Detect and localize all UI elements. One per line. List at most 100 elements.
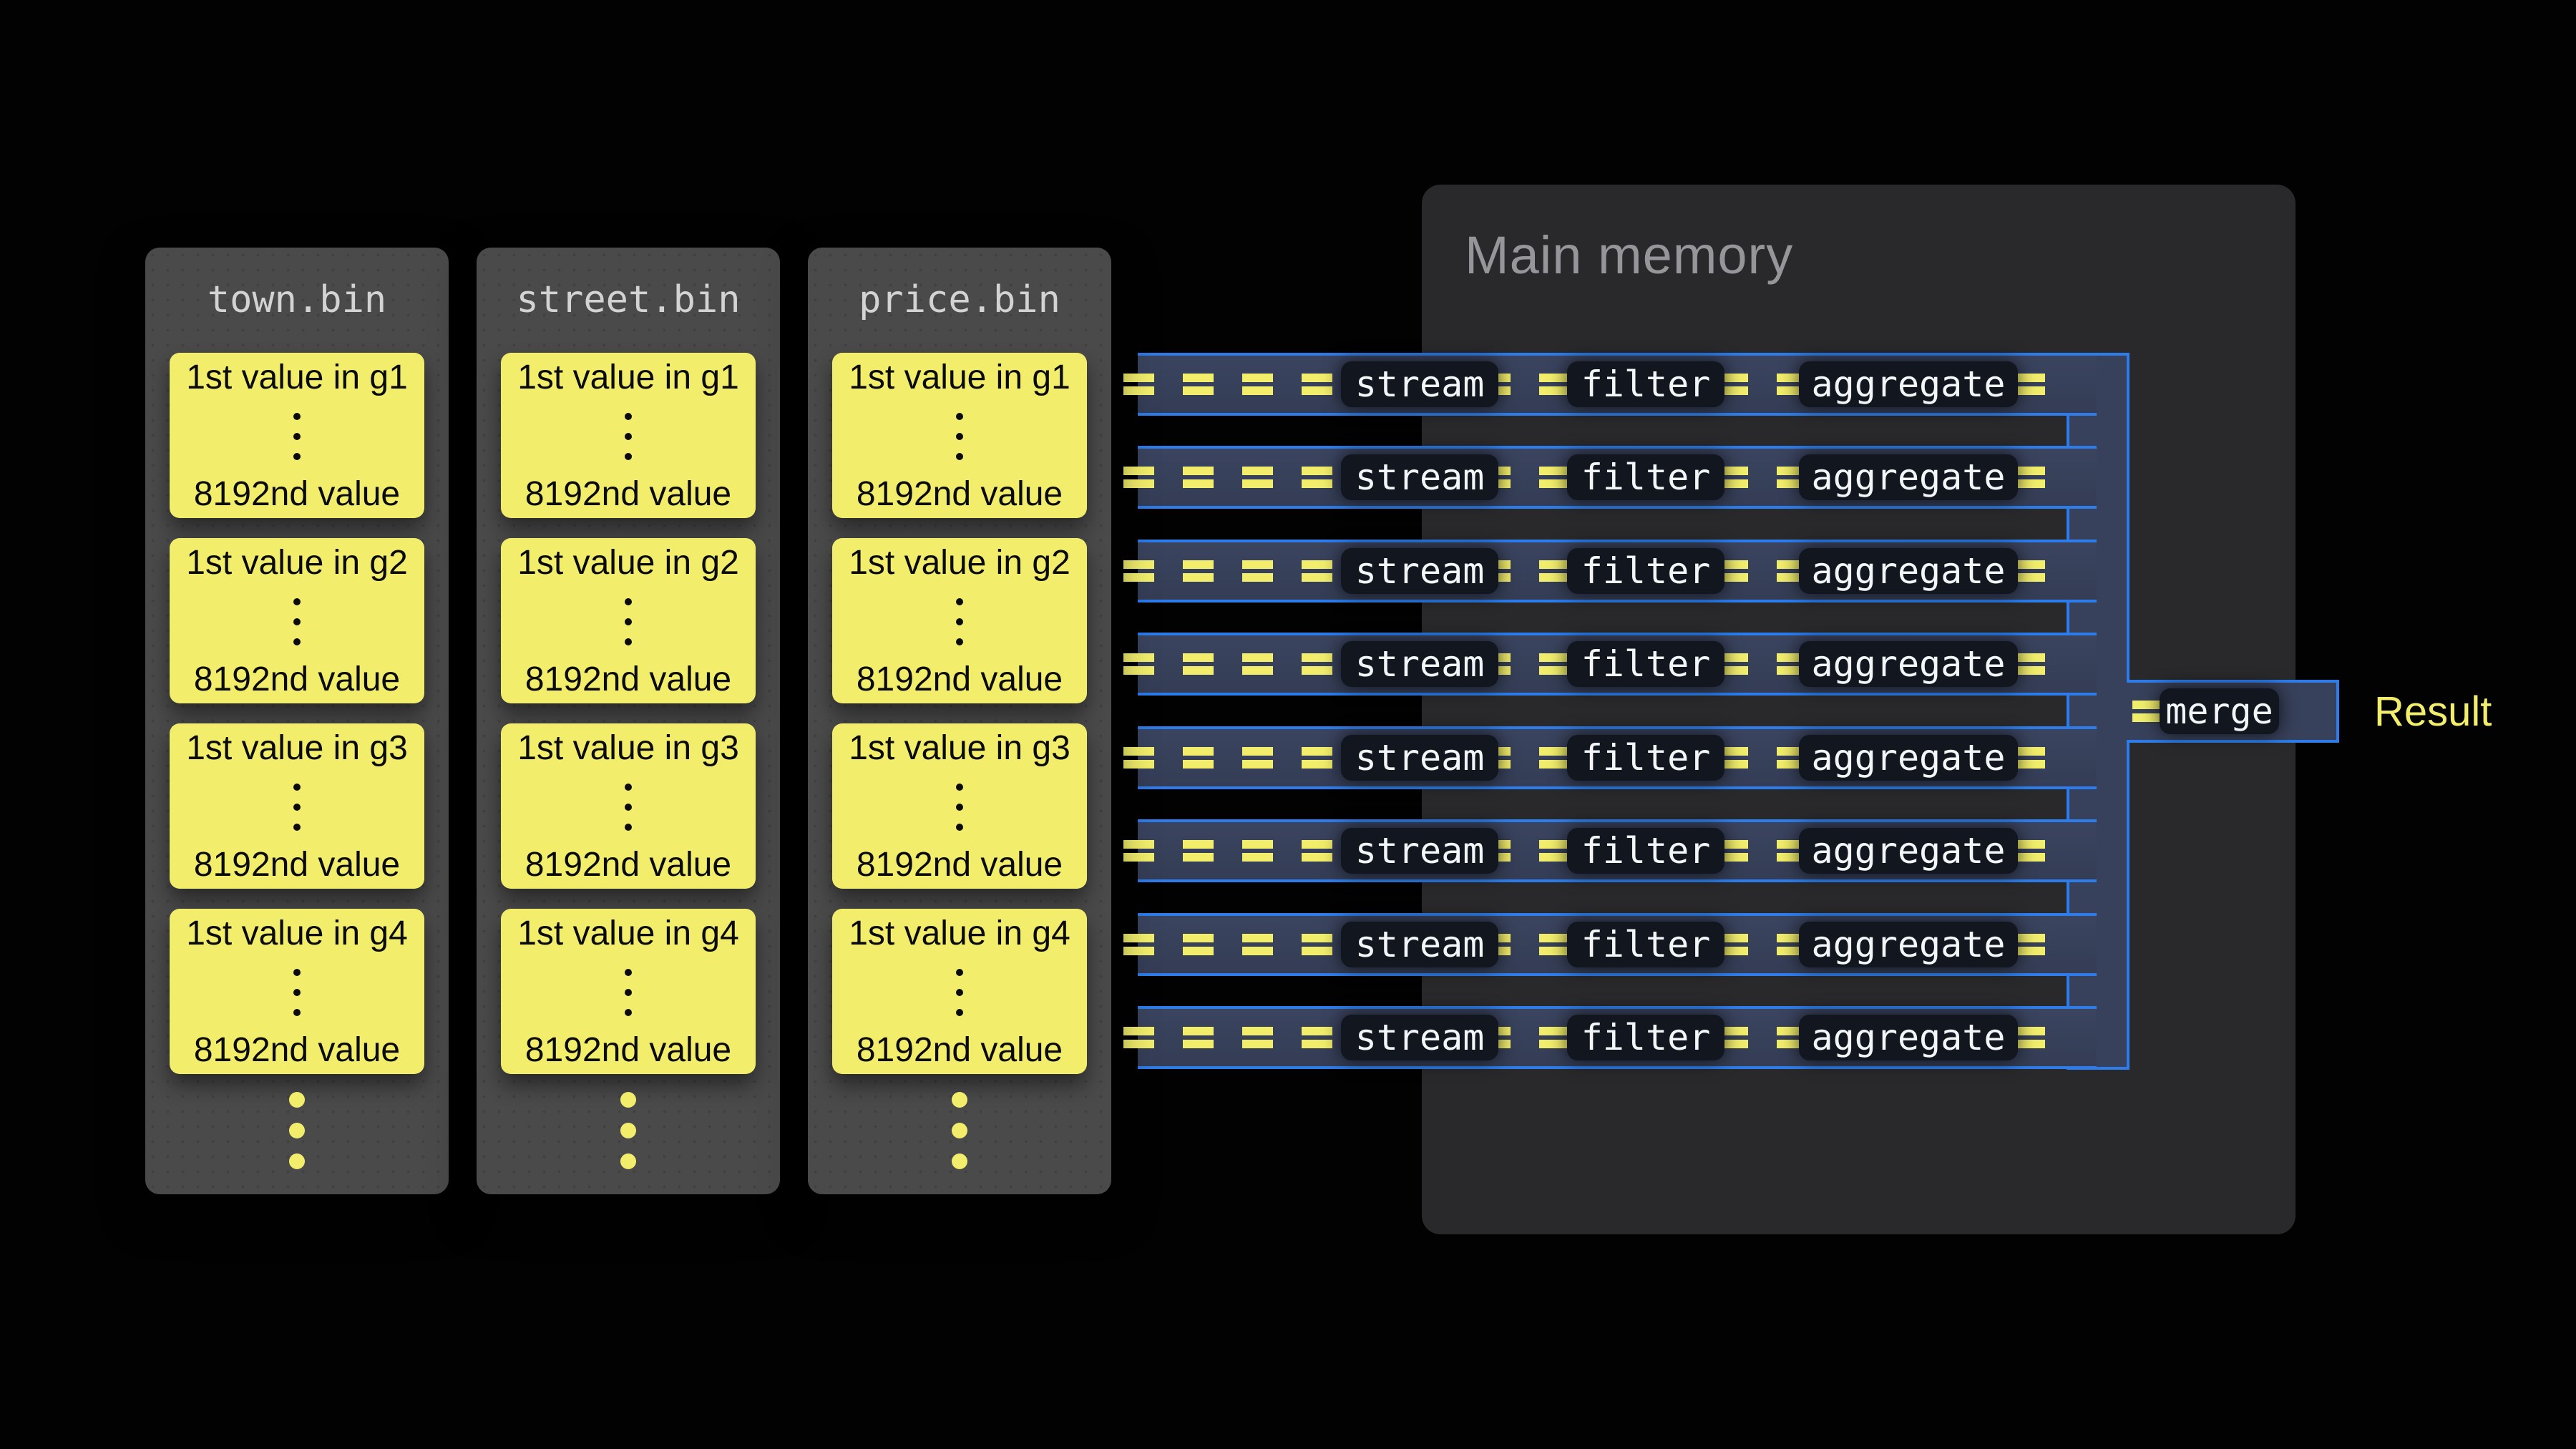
ellipsis-dot [956, 433, 963, 440]
last-value-label: 8192nd value [194, 477, 400, 512]
pipeline-lane: streamfilteraggregate [1138, 1006, 2097, 1069]
flow-dash [1183, 653, 1214, 675]
flow-dash [2014, 374, 2045, 395]
first-value-label: 1st value in g2 [849, 545, 1070, 581]
flow-dash [1183, 560, 1214, 582]
ellipsis-dot [956, 453, 963, 460]
flow-dash [1302, 467, 1332, 488]
flow-dash [2014, 747, 2045, 769]
flow-dash [1242, 1027, 1273, 1048]
more-groups-ellipsis-dots [289, 1092, 305, 1169]
ellipsis-dot [293, 969, 301, 976]
last-value-label: 8192nd value [194, 1033, 400, 1068]
ellipsis-dots [293, 969, 301, 1016]
stream-stage-box: stream [1341, 828, 1498, 874]
pipeline-lane: streamfilteraggregate [1138, 540, 2097, 602]
ellipsis-dot [625, 453, 632, 460]
ellipsis-dot [293, 1009, 301, 1016]
flow-dash [1539, 934, 1570, 955]
file-column: town.bin 1st value in g1 8192nd value 1s… [145, 248, 449, 1194]
ellipsis-dot [293, 433, 301, 440]
flow-dash [1539, 747, 1570, 769]
ellipsis-dot [956, 618, 963, 625]
ellipsis-dot [625, 413, 632, 420]
pipeline-lane: stream filter aggregate [1138, 726, 2097, 789]
stream-stage-box: stream [1341, 454, 1498, 500]
value-group-box: 1st value in g2 8192nd value [832, 538, 1087, 703]
ellipsis-dot [956, 989, 963, 996]
ellipsis-dot [952, 1092, 967, 1108]
first-value-label: 1st value in g4 [517, 916, 739, 952]
ellipsis-dots [625, 969, 632, 1016]
aggregate-stage-box: aggregate [1799, 735, 2018, 781]
last-value-label: 8192nd value [857, 847, 1063, 883]
ellipsis-dots [625, 413, 632, 460]
flow-dash [2014, 653, 2045, 675]
ellipsis-dot [956, 824, 963, 831]
flow-dash [1123, 747, 1154, 769]
ellipsis-dot [293, 618, 301, 625]
ellipsis-dot [289, 1153, 305, 1169]
value-group-box: 1st value in g4 8192nd value [832, 909, 1087, 1074]
ellipsis-dots [625, 784, 632, 831]
ellipsis-dot [625, 638, 632, 645]
stream-stage-box: stream [1341, 922, 1498, 967]
value-group-box: 1st value in g3 8192nd value [170, 723, 424, 889]
value-group-box: 1st value in g3 8192nd value [832, 723, 1087, 889]
ellipsis-dot [620, 1092, 636, 1108]
ellipsis-dot [956, 638, 963, 645]
file-column-title: price.bin [808, 248, 1111, 322]
first-value-label: 1st value in g2 [517, 545, 739, 581]
ellipsis-dot [956, 969, 963, 976]
filter-stage-box: filter [1567, 641, 1724, 687]
ellipsis-dot [293, 989, 301, 996]
flow-dash [1123, 467, 1154, 488]
ellipsis-dot [625, 433, 632, 440]
first-value-label: 1st value in g4 [849, 916, 1070, 952]
ellipsis-dot [293, 804, 301, 811]
last-value-label: 8192nd value [194, 847, 400, 883]
ellipsis-dot [625, 989, 632, 996]
pipeline-lane: streamfilteraggregate [1138, 446, 2097, 509]
flow-dash [1242, 747, 1273, 769]
flow-dash [1242, 467, 1273, 488]
aggregate-stage-box: aggregate [1799, 454, 2018, 500]
ellipsis-dot [956, 804, 963, 811]
first-value-label: 1st value in g3 [186, 731, 408, 766]
stream-stage-box: stream [1341, 361, 1498, 407]
first-value-label: 1st value in g1 [517, 360, 739, 396]
filter-stage-box: filter [1567, 361, 1724, 407]
aggregate-stage-box: aggregate [1799, 828, 2018, 874]
filter-stage-box: filter [1567, 828, 1724, 874]
flow-dash [1302, 840, 1332, 862]
filter-stage-box: filter [1567, 1015, 1724, 1060]
aggregate-stage-box: aggregate [1799, 641, 2018, 687]
value-group-box: 1st value in g4 8192nd value [501, 909, 756, 1074]
ellipsis-dot [956, 413, 963, 420]
last-value-label: 8192nd value [194, 662, 400, 698]
last-value-label: 8192nd value [857, 1033, 1063, 1068]
value-box-list: 1st value in g1 8192nd value 1st value i… [170, 353, 424, 1094]
ellipsis-dot [293, 638, 301, 645]
pipeline-lane: streamfilteraggregate [1138, 913, 2097, 976]
flow-dash [1302, 653, 1332, 675]
first-value-label: 1st value in g3 [849, 731, 1070, 766]
flow-dash [1539, 467, 1570, 488]
result-label: Result [2374, 689, 2492, 735]
flow-dash [2014, 1027, 2045, 1048]
more-groups-ellipsis-dots [952, 1092, 967, 1169]
stream-stage-box: stream [1341, 735, 1498, 781]
value-group-box: 1st value in g3 8192nd value [501, 723, 756, 889]
stream-stage-box: stream [1341, 1015, 1498, 1060]
ellipsis-dot [956, 784, 963, 791]
filter-stage-box: filter [1567, 548, 1724, 594]
filter-stage-box: filter [1567, 735, 1724, 781]
flow-dash [1183, 840, 1214, 862]
ellipsis-dots [293, 598, 301, 645]
flow-dash [1302, 560, 1332, 582]
flow-dash [1242, 374, 1273, 395]
ellipsis-dot [293, 598, 301, 605]
ellipsis-dot [625, 804, 632, 811]
flow-dash [2014, 934, 2045, 955]
first-value-label: 1st value in g3 [517, 731, 739, 766]
